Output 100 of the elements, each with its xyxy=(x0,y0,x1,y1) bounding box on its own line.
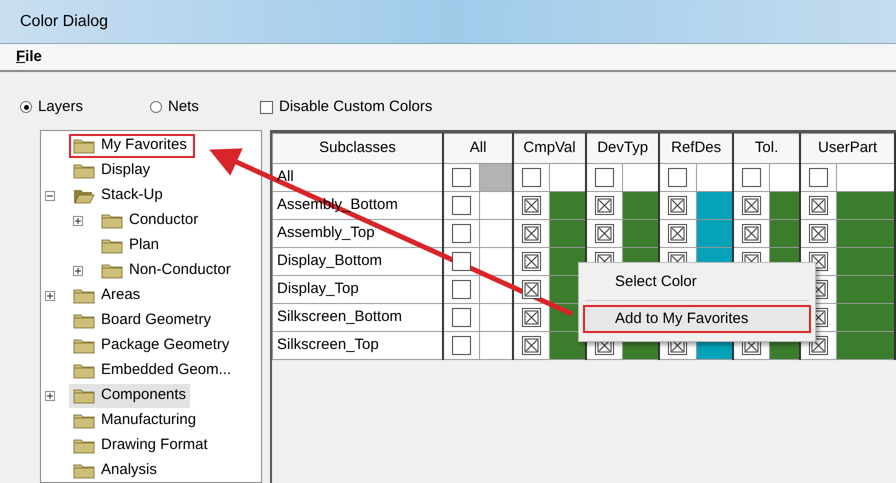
checkbox[interactable] xyxy=(809,168,828,187)
column-header[interactable]: All xyxy=(442,134,514,164)
checkbox[interactable] xyxy=(742,196,761,215)
tree-item[interactable]: Embedded Geom... xyxy=(69,358,236,382)
folder-icon xyxy=(73,388,95,404)
menu-item[interactable]: Add to My Favorites xyxy=(583,305,811,333)
color-swatch[interactable] xyxy=(769,192,800,220)
color-swatch[interactable] xyxy=(769,220,800,248)
folder-icon xyxy=(73,362,95,378)
color-cell[interactable] xyxy=(769,164,800,192)
tree-item[interactable]: Manufacturing xyxy=(69,408,200,432)
color-swatch[interactable] xyxy=(622,192,660,220)
folder-icon xyxy=(73,288,95,304)
collapse-toggle-icon[interactable] xyxy=(45,190,55,200)
folder-icon xyxy=(73,338,95,354)
tree-item[interactable]: Components xyxy=(69,384,190,408)
color-cell[interactable] xyxy=(479,332,514,360)
color-cell[interactable] xyxy=(479,220,514,248)
checkbox[interactable] xyxy=(522,308,542,327)
checkbox[interactable] xyxy=(452,308,471,327)
tree-item[interactable]: Drawing Format xyxy=(69,434,212,458)
checkbox[interactable] xyxy=(668,196,688,215)
folder-icon xyxy=(101,262,123,278)
checkbox[interactable] xyxy=(594,196,614,215)
checkbox[interactable] xyxy=(452,252,471,271)
row-label: Silkscreen_Bottom xyxy=(277,308,402,326)
checkbox[interactable] xyxy=(522,336,542,355)
tree-item[interactable]: Display xyxy=(69,158,154,182)
tree-item[interactable]: My Favorites xyxy=(69,134,195,158)
radio-label: Nets xyxy=(168,96,199,117)
window-title: Color Dialog xyxy=(20,12,108,32)
checkbox[interactable] xyxy=(809,224,828,243)
radio-button[interactable] xyxy=(150,101,162,113)
checkbox[interactable] xyxy=(452,196,471,215)
color-swatch[interactable] xyxy=(836,276,895,304)
folder-icon xyxy=(73,312,95,328)
row-label: Display_Bottom xyxy=(277,252,382,270)
tree-item[interactable]: Areas xyxy=(69,284,144,308)
checkbox[interactable] xyxy=(522,252,542,271)
checkbox[interactable] xyxy=(452,168,471,187)
column-header[interactable]: RefDes xyxy=(659,134,733,164)
checkbox[interactable] xyxy=(452,336,471,355)
color-swatch[interactable] xyxy=(836,304,895,332)
expand-toggle-icon[interactable] xyxy=(73,266,83,276)
expand-toggle-icon[interactable] xyxy=(73,216,83,226)
checkbox[interactable] xyxy=(522,168,542,187)
checkbox[interactable] xyxy=(742,224,761,243)
color-swatch[interactable] xyxy=(479,164,514,192)
color-swatch[interactable] xyxy=(836,248,895,276)
color-cell[interactable] xyxy=(836,164,895,192)
color-cell[interactable] xyxy=(622,164,660,192)
color-cell[interactable] xyxy=(479,248,514,276)
color-swatch[interactable] xyxy=(622,220,660,248)
radio-button[interactable] xyxy=(20,101,32,113)
folder-icon xyxy=(73,162,95,178)
color-cell[interactable] xyxy=(479,192,514,220)
color-cell[interactable] xyxy=(479,304,514,332)
tree-item[interactable]: Board Geometry xyxy=(69,308,216,332)
color-swatch[interactable] xyxy=(696,220,733,248)
checkbox[interactable] xyxy=(668,224,688,243)
color-cell[interactable] xyxy=(696,164,733,192)
tree-item[interactable]: Analysis xyxy=(69,458,161,482)
checkbox[interactable] xyxy=(452,224,471,243)
tree-item[interactable]: Package Geometry xyxy=(69,334,234,358)
checkbox[interactable] xyxy=(594,224,614,243)
folder-icon xyxy=(73,138,95,154)
color-swatch[interactable] xyxy=(550,220,586,248)
folder-icon xyxy=(101,212,123,228)
tree-item[interactable]: Non-Conductor xyxy=(97,258,235,282)
checkbox[interactable] xyxy=(594,168,614,187)
row-label: Silkscreen_Top xyxy=(277,336,379,354)
column-header[interactable]: UserPart xyxy=(800,134,895,164)
checkbox[interactable] xyxy=(260,100,273,114)
checkbox[interactable] xyxy=(522,196,542,215)
color-swatch[interactable] xyxy=(696,192,733,220)
color-swatch[interactable] xyxy=(550,192,586,220)
file-menu[interactable]: File xyxy=(16,46,42,68)
tree-item[interactable]: Conductor xyxy=(97,208,202,232)
color-swatch[interactable] xyxy=(836,192,895,220)
column-header[interactable]: CmpVal xyxy=(513,134,586,164)
checkbox[interactable] xyxy=(522,224,542,243)
column-header[interactable]: DevTyp xyxy=(586,134,660,164)
checkbox[interactable] xyxy=(452,280,471,299)
expand-toggle-icon[interactable] xyxy=(45,290,55,300)
expand-toggle-icon[interactable] xyxy=(45,390,55,400)
tree-item[interactable]: Plan xyxy=(97,234,164,258)
checkbox[interactable] xyxy=(809,196,828,215)
checkbox[interactable] xyxy=(742,168,761,187)
radio-label: Layers xyxy=(38,96,84,117)
color-swatch[interactable] xyxy=(836,332,895,360)
column-header[interactable]: Subclasses xyxy=(272,134,443,164)
color-swatch[interactable] xyxy=(836,220,895,248)
checkbox[interactable] xyxy=(668,168,688,187)
folder-icon xyxy=(73,438,95,454)
checkbox[interactable] xyxy=(522,280,542,299)
folder-icon xyxy=(73,462,95,478)
column-header[interactable]: Tol. xyxy=(732,134,800,164)
tree-item[interactable]: Stack-Up xyxy=(69,184,167,208)
color-cell[interactable] xyxy=(550,164,586,192)
menu-item[interactable]: Select Color xyxy=(583,268,811,296)
